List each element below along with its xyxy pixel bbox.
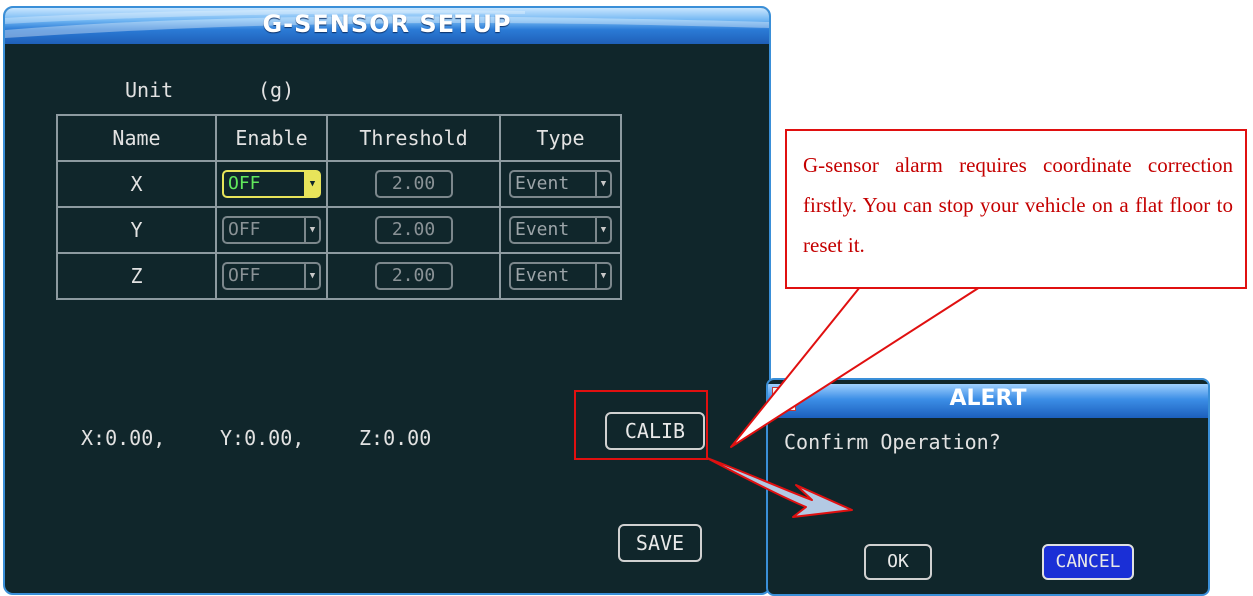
callout-pointer [730, 286, 981, 448]
instruction-callout: G-sensor alarm requires coordinate corre… [785, 129, 1247, 289]
callout-text: G-sensor alarm requires coordinate corre… [803, 153, 1233, 257]
curved-arrow-icon [706, 457, 853, 518]
annotation-overlay [706, 286, 981, 518]
